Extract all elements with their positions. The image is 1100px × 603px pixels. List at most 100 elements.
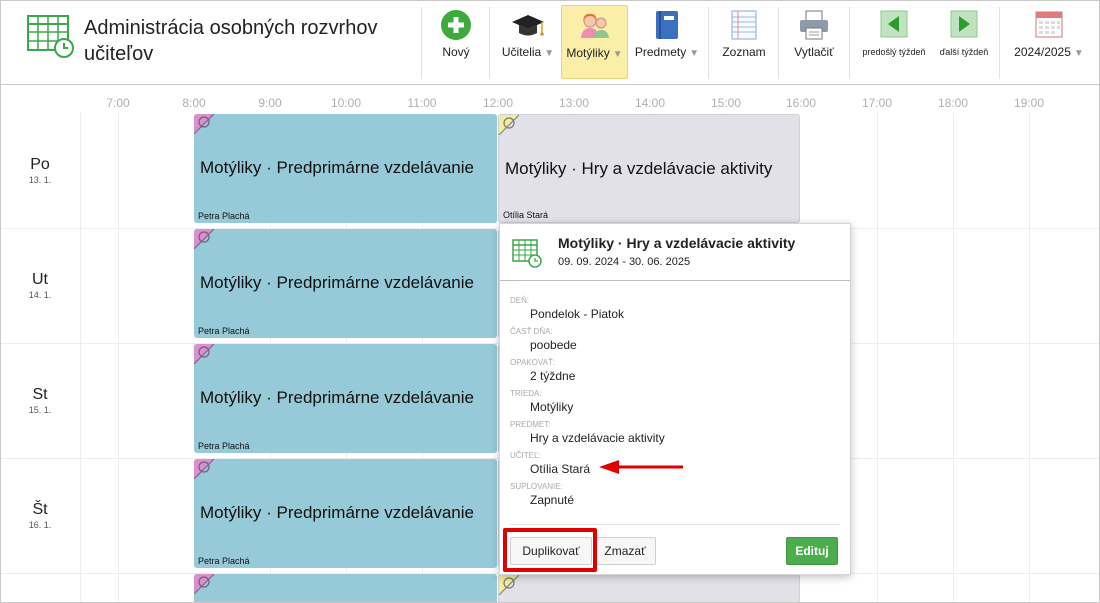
lesson-detail-popup: Motýliky · Hry a vzdelávacie aktivity 09… bbox=[499, 223, 851, 575]
day-date: 13. 1. bbox=[28, 175, 52, 185]
lesson-block[interactable]: Motýliky · Predprimárne vzdelávanie Petr… bbox=[194, 459, 497, 568]
chevron-down-icon: ▼ bbox=[612, 49, 623, 60]
print-button-label: Vytlačiť bbox=[794, 45, 834, 59]
classes-button-label: Motýliky bbox=[566, 46, 610, 60]
day-name: St bbox=[32, 386, 48, 403]
lesson-teacher: Petra Plachá bbox=[198, 556, 250, 566]
list-button-label: Zoznam bbox=[722, 45, 766, 59]
detail-class: Trieda: Motýliky bbox=[510, 389, 573, 414]
lesson-title: Motýliky · Hry a vzdelávacie aktivity bbox=[505, 159, 773, 178]
calendar-icon bbox=[1035, 11, 1063, 38]
grid-line bbox=[80, 113, 81, 602]
toolbar-separator bbox=[999, 7, 1000, 79]
plus-circle-icon bbox=[441, 10, 471, 40]
detail-substitution: Suplovanie: Zapnuté bbox=[510, 482, 574, 507]
substitution-icon bbox=[194, 459, 214, 479]
hour-label: 9:00 bbox=[258, 96, 282, 110]
hour-label: 13:00 bbox=[558, 96, 590, 110]
lesson-title: Motýliky · Predprimárne vzdelávanie bbox=[200, 503, 474, 522]
detail-label: Trieda: bbox=[510, 389, 542, 398]
detail-part-of-day: Časť dňa: poobede bbox=[510, 327, 577, 352]
detail-day: Deň: Pondelok - Piatok bbox=[510, 296, 624, 321]
previous-week-label: predošlý týždeň bbox=[862, 47, 926, 57]
list-button[interactable]: Zoznam bbox=[713, 5, 775, 79]
hour-label: 16:00 bbox=[785, 96, 817, 110]
lesson-block[interactable]: Motýliky · Hry a vzdelávacie aktivity Ot… bbox=[498, 114, 800, 223]
popup-divider bbox=[510, 524, 840, 525]
substitution-icon bbox=[194, 344, 214, 364]
substitution-icon bbox=[194, 114, 214, 134]
hour-label: 8:00 bbox=[182, 96, 206, 110]
graduation-cap-icon bbox=[512, 15, 544, 36]
hour-label: 15:00 bbox=[710, 96, 742, 110]
list-icon bbox=[731, 10, 757, 40]
detail-value: Pondelok - Piatok bbox=[530, 307, 625, 321]
lesson-block[interactable]: Motýliky · Predprimárne vzdelávanie Petr… bbox=[194, 229, 497, 338]
detail-label: Deň: bbox=[510, 296, 530, 305]
hour-label: 19:00 bbox=[1013, 96, 1045, 110]
substitution-icon bbox=[194, 229, 214, 249]
hour-label: 7:00 bbox=[106, 96, 130, 110]
toolbar-separator bbox=[708, 7, 709, 79]
hour-label: 18:00 bbox=[937, 96, 969, 110]
lesson-block[interactable] bbox=[498, 574, 800, 602]
toolbar-separator bbox=[421, 7, 422, 79]
arrow-left-annotation-icon bbox=[599, 460, 683, 474]
lesson-teacher: Petra Plachá bbox=[198, 211, 250, 221]
lesson-block[interactable]: Motýliky · Predprimárne vzdelávanie Petr… bbox=[194, 344, 497, 453]
new-button[interactable]: Nový bbox=[431, 5, 481, 79]
chevron-down-icon: ▼ bbox=[1073, 48, 1084, 59]
school-year-button[interactable]: 2024/2025 ▼ bbox=[1005, 5, 1093, 79]
lesson-title: Motýliky · Predprimárne vzdelávanie bbox=[200, 158, 474, 177]
lesson-block[interactable]: Motýliky · Predprimárne vzdelávanie Petr… bbox=[194, 114, 497, 223]
day-label-monday: Po 13. 1. bbox=[1, 156, 79, 185]
app-title: Administrácia osobných rozvrhov učiteľov bbox=[84, 17, 378, 65]
school-year-label: 2024/2025 bbox=[1014, 45, 1071, 59]
substitution-icon bbox=[499, 575, 519, 595]
arrow-right-icon bbox=[950, 10, 978, 38]
detail-value: Hry a vzdelávacie aktivity bbox=[530, 431, 665, 445]
hour-label: 17:00 bbox=[861, 96, 893, 110]
printer-icon bbox=[800, 10, 828, 40]
delete-button[interactable]: Zmazať bbox=[594, 537, 656, 565]
day-date: 15. 1. bbox=[28, 405, 52, 415]
day-label-wednesday: St 15. 1. bbox=[1, 386, 79, 415]
detail-value: poobede bbox=[530, 338, 577, 352]
previous-week-button[interactable]: predošlý týždeň bbox=[857, 5, 931, 79]
lesson-teacher: Petra Plachá bbox=[198, 326, 250, 336]
lesson-title: Motýliky · Predprimárne vzdelávanie bbox=[200, 388, 474, 407]
day-name: Ut bbox=[32, 271, 48, 288]
hour-label: 14:00 bbox=[634, 96, 666, 110]
edit-button[interactable]: Edituj bbox=[786, 537, 838, 565]
book-icon bbox=[656, 11, 678, 39]
detail-value: Zapnuté bbox=[530, 493, 575, 507]
app-window: Administrácia osobných rozvrhov učiteľov… bbox=[0, 0, 1100, 603]
detail-value: 2 týždne bbox=[530, 369, 576, 383]
detail-repeat: Opakovať: 2 týždne bbox=[510, 358, 575, 383]
hours-header: 7:00 8:00 9:00 10:00 11:00 12:00 13:00 1… bbox=[1, 93, 1099, 113]
lesson-block[interactable] bbox=[194, 574, 497, 602]
popup-dates: 09. 09. 2024 - 30. 06. 2025 bbox=[558, 256, 691, 268]
next-week-button[interactable]: ďalší týždeň bbox=[933, 5, 995, 79]
detail-value: Motýliky bbox=[530, 400, 574, 414]
detail-label: Časť dňa: bbox=[510, 327, 553, 336]
lesson-teacher: Otília Stará bbox=[503, 210, 549, 220]
chevron-down-icon: ▼ bbox=[689, 48, 700, 59]
day-date: 16. 1. bbox=[28, 520, 52, 530]
detail-teacher: Učiteľ: Otília Stará bbox=[510, 451, 590, 476]
next-week-label: ďalší týždeň bbox=[939, 47, 989, 57]
toolbar-separator bbox=[489, 7, 490, 79]
grid-line bbox=[1029, 113, 1030, 602]
print-button[interactable]: Vytlačiť bbox=[783, 5, 845, 79]
subjects-button[interactable]: Predmety ▼ bbox=[631, 5, 703, 79]
classes-button[interactable]: Motýliky ▼ bbox=[561, 5, 628, 79]
timetable-icon bbox=[512, 239, 542, 268]
hour-label: 10:00 bbox=[330, 96, 362, 110]
toolbar-separator bbox=[778, 7, 779, 79]
day-name: Št bbox=[32, 501, 48, 518]
teachers-button[interactable]: Učitelia ▼ bbox=[497, 5, 559, 79]
day-label-tuesday: Ut 14. 1. bbox=[1, 271, 79, 300]
grid-line bbox=[118, 113, 119, 602]
substitution-icon bbox=[194, 574, 214, 594]
grid-line bbox=[953, 113, 954, 602]
